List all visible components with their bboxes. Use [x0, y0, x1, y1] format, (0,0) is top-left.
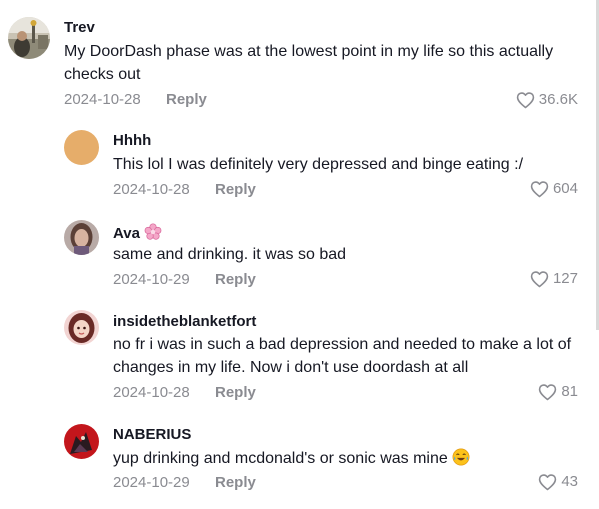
avatar[interactable]	[8, 17, 50, 59]
avatar[interactable]	[64, 130, 99, 165]
comment-date: 2024-10-28	[113, 384, 190, 401]
tears-of-joy-icon	[452, 448, 470, 466]
avatar[interactable]	[64, 310, 99, 345]
comment-date: 2024-10-28	[64, 91, 141, 108]
like-count: 81	[561, 383, 578, 400]
like-count: 43	[561, 473, 578, 490]
like-button[interactable]: 127	[530, 270, 578, 288]
like-button[interactable]: 36.6K	[516, 91, 578, 109]
comment-item: Trev My DoorDash phase was at the lowest…	[0, 0, 599, 115]
comment-date: 2024-10-29	[113, 474, 190, 491]
reply-button[interactable]: Reply	[166, 91, 207, 109]
comment-username[interactable]: Hhhh	[113, 132, 151, 150]
comment-text-content: yup drinking and mcdonald's or sonic was…	[113, 450, 448, 467]
comment-username[interactable]: Trev	[64, 19, 95, 37]
comment-text: yup drinking and mcdonald's or sonic was…	[113, 447, 583, 470]
like-button[interactable]: 43	[538, 473, 578, 491]
like-button[interactable]: 604	[530, 180, 578, 198]
comment-text: no fr i was in such a bad depression and…	[113, 336, 572, 376]
avatar[interactable]	[64, 220, 99, 255]
reply-button[interactable]: Reply	[215, 384, 256, 402]
comment-date: 2024-10-28	[113, 181, 190, 198]
reply-button[interactable]: Reply	[215, 271, 256, 289]
comment-text: This lol I was definitely very depressed…	[113, 156, 524, 173]
reply-button[interactable]: Reply	[215, 181, 256, 199]
heart-icon	[530, 181, 549, 198]
cherry-blossom-icon	[144, 223, 162, 241]
avatar[interactable]	[64, 424, 99, 459]
heart-icon	[516, 92, 535, 109]
comment-text: My DoorDash phase was at the lowest poin…	[64, 43, 554, 83]
comment-text: same and drinking. it was so bad	[113, 246, 347, 263]
reply-button[interactable]: Reply	[215, 474, 256, 492]
like-count: 127	[552, 270, 578, 287]
comment-username[interactable]: NABERIUS	[113, 426, 191, 444]
like-button[interactable]: 81	[538, 383, 578, 401]
comment-username[interactable]: Ava	[113, 223, 162, 243]
comment-username[interactable]: insidetheblanketfort	[113, 313, 256, 331]
like-count: 36.6K	[538, 91, 578, 108]
heart-icon	[539, 474, 557, 491]
heart-icon	[530, 271, 549, 288]
comment-date: 2024-10-29	[113, 271, 190, 288]
username-text: Ava	[113, 225, 140, 242]
heart-icon	[539, 384, 557, 401]
like-count: 604	[552, 180, 578, 197]
